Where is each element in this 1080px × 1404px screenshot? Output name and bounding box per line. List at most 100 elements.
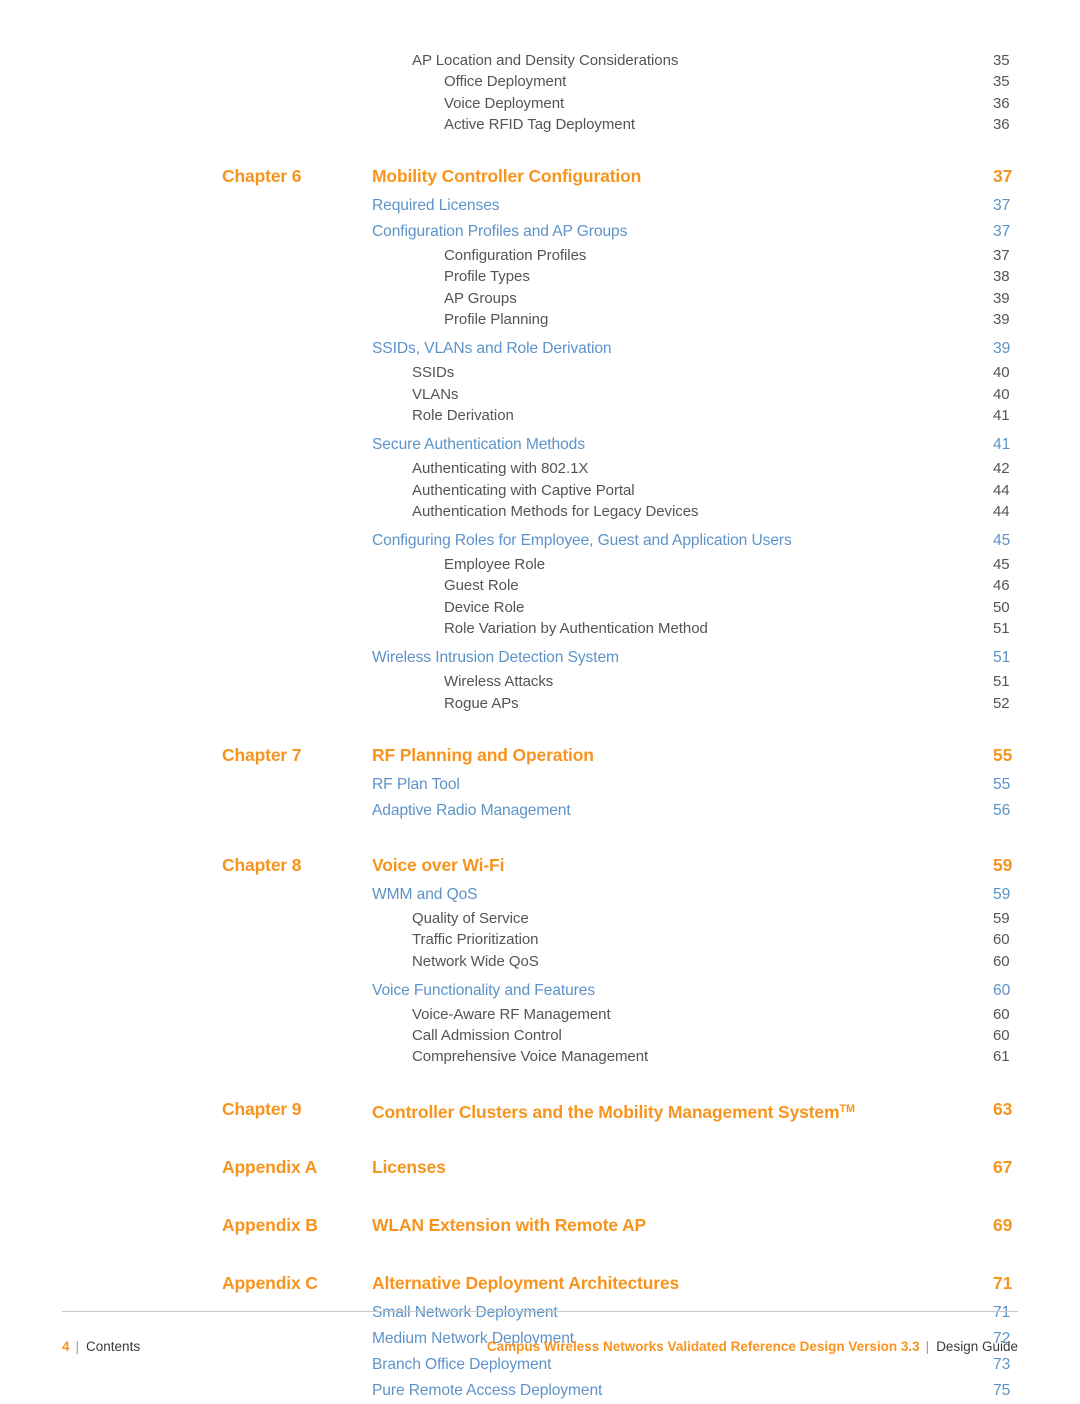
toc-entry-row[interactable]: Voice Deployment 36 [0,93,1080,114]
toc-page-number: 38 [993,268,1010,286]
toc-page-number: 51 [993,620,1010,638]
toc-chapter-row[interactable]: Chapter 6 Mobility Controller Configurati… [0,159,1080,193]
toc-page-number: 55 [993,775,1011,793]
toc-page-number: 39 [993,289,1010,307]
toc-page-number: 55 [993,744,1013,765]
toc-entry-row[interactable]: Active RFID Tag Deployment 36 [0,114,1080,135]
toc-page-number: 67 [993,1156,1013,1177]
toc-entry-row[interactable]: Employee Role 45 [0,554,1080,575]
toc-entry-label: Authenticating with 802.1X [412,460,589,478]
toc-entry-row[interactable]: Rogue APs 52 [0,693,1080,714]
toc-entry-label: Required Licenses [372,197,500,215]
toc-entry-label: Configuration Profiles and AP Groups [372,223,628,241]
toc-entry-label: Guest Role [444,577,519,595]
toc-page-number: 59 [993,854,1013,875]
toc-page-number: 51 [993,673,1010,691]
toc-entry-row[interactable]: RF Plan Tool 55 [0,772,1080,798]
toc-page-number: 71 [993,1272,1013,1293]
toc-spacer [0,714,1080,738]
toc-entry-row[interactable]: AP Groups 39 [0,288,1080,309]
toc-entry-row[interactable]: WMM and QoS 59 [0,882,1080,908]
toc-chapter-row[interactable]: Chapter 8 Voice over Wi-Fi 59 [0,848,1080,882]
toc-entry-row[interactable]: Configuration Profiles and AP Groups 37 [0,219,1080,245]
toc-entry-row[interactable]: Configuring Roles for Employee, Guest an… [0,528,1080,554]
toc-entry-label: Device Role [444,598,525,616]
toc-chapter-number: Chapter 7 [222,744,302,765]
toc-page: AP Location and Density Considerations 35… [0,0,1080,1399]
toc-entry-row[interactable]: Wireless Attacks 51 [0,671,1080,692]
toc-spacer [0,1242,1080,1266]
toc-entry-label: AP Location and Density Considerations [412,52,679,69]
toc-page-number: 37 [993,166,1013,187]
toc-entry-label: SSIDs, VLANs and Role Derivation [372,340,612,358]
footer-section-name: Contents [86,1339,141,1354]
toc-entry-label: VLANs [412,385,459,403]
toc-page-number: 44 [993,502,1010,520]
toc-chapter-row[interactable]: Appendix B WLAN Extension with Remote AP 6… [0,1208,1080,1242]
toc-entry-row[interactable]: Device Role 50 [0,597,1080,618]
toc-entry-row[interactable]: Guest Role 46 [0,575,1080,596]
toc-page-number: 63 [993,1098,1013,1119]
toc-chapter-row[interactable]: Chapter 9 Controller Clusters and the Mob… [0,1092,1080,1126]
toc-entry-row[interactable]: Wireless Intrusion Detection System 51 [0,645,1080,671]
toc-entry-row[interactable]: Authenticating with 802.1X 42 [0,458,1080,479]
toc-entry-row[interactable]: SSIDs, VLANs and Role Derivation 39 [0,336,1080,362]
toc-page-number: 44 [993,481,1010,499]
toc-entry-label: Authentication Methods for Legacy Device… [412,502,699,520]
toc-entry-row[interactable]: AP Location and Density Considerations 35 [0,50,1080,71]
toc-entry-label: Controller Clusters and the Mobility Man… [372,1092,855,1129]
toc-entry-row[interactable]: Secure Authentication Methods 41 [0,432,1080,458]
toc-entry-row[interactable]: Traffic Prioritization 60 [0,929,1080,950]
toc-entry-row[interactable]: Network Wide QoS 60 [0,951,1080,972]
toc-page-number: 60 [993,1005,1010,1023]
toc-page-number: 45 [993,532,1011,550]
toc-chapter-row[interactable]: Appendix A Licenses 67 [0,1150,1080,1184]
toc-page-number: 39 [993,311,1010,329]
toc-entry-row[interactable]: VLANs 40 [0,384,1080,405]
toc-entry-label: Secure Authentication Methods [372,436,585,454]
toc-entry-row[interactable]: SSIDs 40 [0,362,1080,383]
toc-entry-label: SSIDs [412,364,455,382]
toc-spacer [0,135,1080,159]
toc-entry-row[interactable]: Adaptive Radio Management 56 [0,798,1080,824]
toc-spacer [0,1126,1080,1150]
toc-entry-label: Quality of Service [412,909,529,927]
toc-entry-row[interactable]: Configuration Profiles 37 [0,245,1080,266]
toc-entry-label: Network Wide QoS [412,952,539,970]
toc-chapter-number: Appendix A [222,1156,318,1177]
toc-chapter-number: Appendix B [222,1214,318,1235]
toc-entry-row[interactable]: Office Deployment 35 [0,71,1080,92]
toc-page-number: 71 [993,1303,1011,1321]
toc-entry-label: Traffic Prioritization [412,931,539,949]
toc-entry-label: AP Groups [444,289,517,307]
toc-entry-row[interactable]: Voice-Aware RF Management 60 [0,1004,1080,1025]
toc-entry-row[interactable]: Role Derivation 41 [0,405,1080,426]
toc-page-number: 50 [993,598,1010,616]
toc-entry-label: Adaptive Radio Management [372,801,571,819]
toc-entry-row[interactable]: Authentication Methods for Legacy Device… [0,501,1080,522]
toc-entry-row[interactable]: Profile Types 38 [0,266,1080,287]
toc-spacer [0,1184,1080,1208]
toc-page-number: 60 [993,981,1011,999]
toc-chapter-row[interactable]: Appendix C Alternative Deployment Archite… [0,1266,1080,1300]
toc-entry-row[interactable]: Small Network Deployment 71 [0,1300,1080,1326]
toc-chapter-number: Chapter 6 [222,166,302,187]
toc-page-number: 69 [993,1214,1013,1235]
toc-entry-row[interactable]: Authenticating with Captive Portal 44 [0,480,1080,501]
footer-left: 4 | Contents [62,1335,140,1359]
footer-divider [62,1311,1018,1312]
toc-entry-label: Voice-Aware RF Management [412,1005,611,1023]
toc-page-number: 37 [993,247,1010,265]
toc-entry-row[interactable]: Role Variation by Authentication Method 5… [0,618,1080,639]
toc-entry-row[interactable]: Profile Planning 39 [0,309,1080,330]
toc-spacer [0,1068,1080,1092]
toc-entry-row[interactable]: Quality of Service 59 [0,908,1080,929]
toc-entry-label: WMM and QoS [372,885,478,903]
toc-entry-row[interactable]: Pure Remote Access Deployment 75 [0,1378,1080,1404]
toc-entry-label: Role Derivation [412,406,514,424]
toc-entry-row[interactable]: Call Admission Control 60 [0,1025,1080,1046]
toc-entry-row[interactable]: Comprehensive Voice Management 61 [0,1046,1080,1067]
toc-entry-row[interactable]: Voice Functionality and Features 60 [0,978,1080,1004]
toc-chapter-row[interactable]: Chapter 7 RF Planning and Operation 55 [0,738,1080,772]
toc-entry-row[interactable]: Required Licenses 37 [0,193,1080,219]
